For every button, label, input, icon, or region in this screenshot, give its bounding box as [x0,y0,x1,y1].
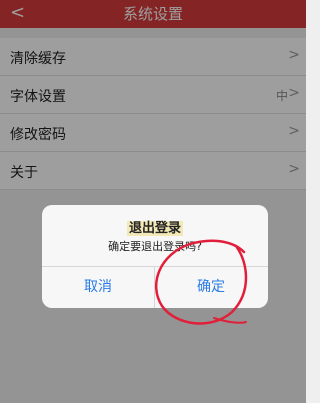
modal-overlay[interactable] [0,0,306,403]
confirm-button[interactable]: 确定 [155,267,267,308]
logout-dialog: 退出登录 确定要退出登录吗? 取消 确定 [42,205,268,308]
dialog-message: 确定要退出登录吗? [108,240,202,253]
cancel-button[interactable]: 取消 [42,267,154,308]
dialog-title: 退出登录 [126,221,183,236]
